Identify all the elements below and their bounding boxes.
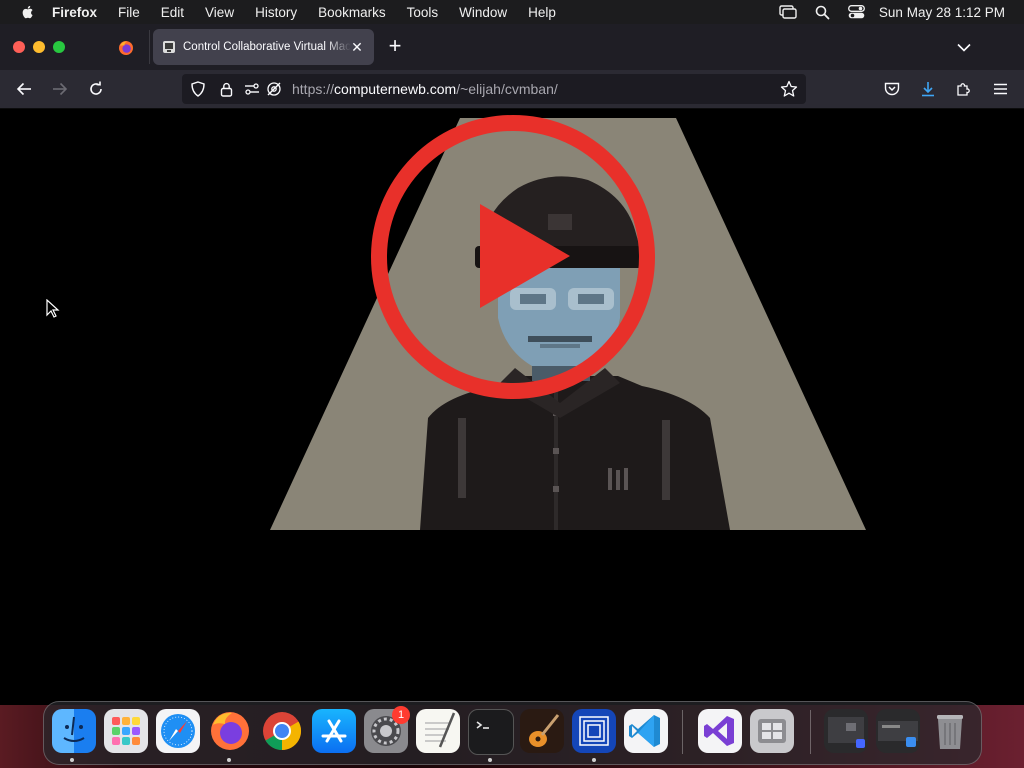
dock-safari-icon[interactable] xyxy=(156,709,200,753)
url-text[interactable]: https://computernewb.com/~elijah/cvmban/ xyxy=(292,81,558,97)
dock-simulator-icon[interactable] xyxy=(572,709,616,753)
dock-trash-icon[interactable] xyxy=(928,709,972,753)
lock-icon[interactable] xyxy=(218,81,234,97)
window-minimize-button[interactable] xyxy=(33,41,45,53)
dock-boot-camp-icon[interactable] xyxy=(750,709,794,753)
download-arrow-icon xyxy=(922,82,934,97)
bookmark-star-icon[interactable] xyxy=(780,80,798,98)
arrow-left-icon xyxy=(16,82,31,96)
dock-terminal-icon[interactable] xyxy=(468,709,514,755)
menu-history[interactable]: History xyxy=(255,5,297,20)
screen-mirroring-icon[interactable] xyxy=(779,5,797,19)
window-close-button[interactable] xyxy=(13,41,25,53)
window-zoom-button[interactable] xyxy=(53,41,65,53)
finder-running-indicator xyxy=(70,758,74,762)
dock-launchpad-icon[interactable] xyxy=(104,709,148,753)
firefox-icon xyxy=(119,41,133,55)
tab-divider xyxy=(149,30,150,64)
menu-window[interactable]: Window xyxy=(459,5,507,20)
dock-separator xyxy=(810,710,811,754)
dock-vscode-icon[interactable] xyxy=(624,709,668,753)
dock-visual-studio-icon[interactable] xyxy=(698,709,742,753)
list-all-tabs-button[interactable] xyxy=(954,37,974,57)
play-button[interactable] xyxy=(368,112,658,402)
new-tab-button[interactable]: + xyxy=(385,35,405,57)
spotlight-search-icon[interactable] xyxy=(815,5,830,20)
menu-tools[interactable]: Tools xyxy=(407,5,439,20)
tab-active[interactable]: Control Collaborative Virtual Machine ✕ xyxy=(153,29,374,65)
menu-file[interactable]: File xyxy=(118,5,140,20)
hamburger-menu-icon xyxy=(993,83,1007,95)
dock-firefox-icon[interactable] xyxy=(208,709,252,753)
dock-separator xyxy=(682,710,683,754)
dock-minimized-window-1[interactable] xyxy=(824,709,868,753)
site-favicon-icon xyxy=(163,41,175,53)
play-triangle-icon xyxy=(480,204,570,308)
dock: 1 xyxy=(43,701,982,765)
permissions-icon[interactable] xyxy=(244,81,260,97)
dock-chrome-icon[interactable] xyxy=(260,709,304,753)
url-path: /~elijah/cvmban/ xyxy=(456,81,558,97)
mouse-pointer-icon xyxy=(46,299,60,318)
pinned-tab-firefox[interactable] xyxy=(112,34,140,62)
tab-strip: Control Collaborative Virtual Machine ✕ … xyxy=(0,24,1024,70)
tab-title: Control Collaborative Virtual Machine xyxy=(183,41,351,53)
chevron-down-icon xyxy=(957,43,971,52)
page-content xyxy=(0,109,1024,768)
arrow-right-icon xyxy=(53,82,68,96)
dock-garageband-icon[interactable] xyxy=(520,709,564,753)
system-settings-badge: 1 xyxy=(392,706,410,724)
menu-edit[interactable]: Edit xyxy=(161,5,184,20)
url-scheme: https:// xyxy=(292,81,335,97)
terminal-running-indicator xyxy=(488,758,492,762)
simulator-running-indicator xyxy=(592,758,596,762)
apple-menu-icon[interactable] xyxy=(20,4,36,20)
downloads-button[interactable] xyxy=(917,78,939,100)
app-menu-button[interactable] xyxy=(989,78,1011,100)
menu-bookmarks[interactable]: Bookmarks xyxy=(318,5,386,20)
menu-view[interactable]: View xyxy=(205,5,234,20)
tab-close-icon[interactable]: ✕ xyxy=(348,38,366,56)
address-bar[interactable]: https://computernewb.com/~elijah/cvmban/ xyxy=(182,74,806,104)
menu-app-name[interactable]: Firefox xyxy=(52,5,97,20)
reload-button[interactable] xyxy=(85,78,107,100)
dock-app-store-icon[interactable] xyxy=(312,709,356,753)
dock-finder-icon[interactable] xyxy=(52,709,96,753)
pocket-button[interactable] xyxy=(881,78,903,100)
menu-bar: Firefox File Edit View History Bookmarks… xyxy=(0,0,1024,24)
pocket-icon xyxy=(884,82,900,95)
forward-button[interactable] xyxy=(49,78,71,100)
puzzle-piece-icon xyxy=(957,83,970,96)
back-button[interactable] xyxy=(13,78,35,100)
dock-textedit-icon[interactable] xyxy=(416,709,460,753)
reload-icon xyxy=(90,81,102,95)
menubar-clock[interactable]: Sun May 28 1:12 PM xyxy=(879,5,1005,20)
tracking-protection-shield-icon[interactable] xyxy=(190,81,206,97)
extensions-button[interactable] xyxy=(953,78,975,100)
control-center-icon[interactable] xyxy=(847,5,865,19)
dock-minimized-window-2[interactable] xyxy=(876,709,920,753)
firefox-running-indicator xyxy=(227,758,231,762)
location-blocked-icon[interactable] xyxy=(266,81,282,97)
menu-help[interactable]: Help xyxy=(528,5,556,20)
navigation-toolbar: https://computernewb.com/~elijah/cvmban/ xyxy=(0,70,1024,109)
url-host: computernewb.com xyxy=(334,81,457,97)
